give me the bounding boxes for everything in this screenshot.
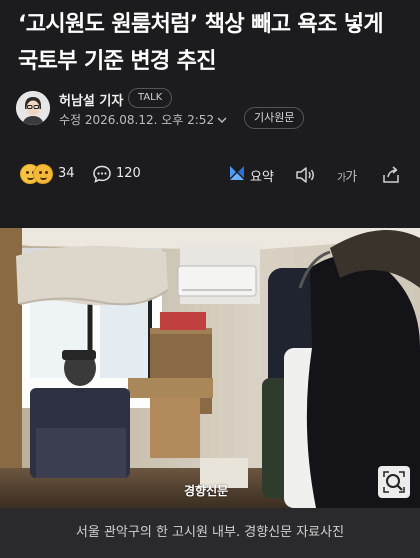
- reporter-name[interactable]: 허남설 기자: [59, 90, 123, 109]
- font-size-small-label: 가: [337, 173, 346, 184]
- original-article-button[interactable]: 기사원문: [244, 107, 305, 129]
- updated-timestamp[interactable]: 수정 2026.08.12. 오후 2:52: [59, 111, 227, 128]
- font-size-large-label: 가: [345, 170, 357, 185]
- talk-button[interactable]: TALK: [128, 88, 173, 108]
- summary-button[interactable]: 요약: [228, 164, 288, 190]
- article-photo[interactable]: 경향신문: [0, 228, 420, 508]
- zoom-icon[interactable]: [378, 466, 410, 498]
- photo-watermark: 경향신문: [184, 484, 229, 498]
- font-size-button[interactable]: 가가: [337, 166, 357, 185]
- article-action-bar: 34 120 요약 가가: [0, 158, 420, 192]
- reaction-count: 34: [58, 166, 75, 181]
- speaker-icon[interactable]: [294, 164, 318, 188]
- reporter-avatar[interactable]: [16, 91, 50, 125]
- updated-text: 수정 2026.08.12. 오후 2:52: [59, 113, 215, 127]
- photo-caption: 서울 관악구의 한 고시원 내부. 경향신문 자료사진: [0, 508, 420, 558]
- thinking-emoji-icon: [33, 164, 53, 184]
- comment-button[interactable]: 120: [92, 164, 152, 190]
- room-illustration: [0, 228, 420, 508]
- summary-icon: [228, 166, 246, 186]
- summary-label: 요약: [250, 170, 274, 185]
- article-headline: ‘고시원도 원룸처럼’ 책상 빼고 욕조 넣게 국토부 기준 변경 추진: [18, 12, 384, 74]
- share-icon[interactable]: [380, 164, 404, 188]
- chevron-down-icon[interactable]: [217, 114, 227, 127]
- byline: 허남설 기자 TALK 수정 2026.08.12. 오후 2:52 기사원문: [16, 88, 406, 130]
- comment-icon: [92, 165, 112, 188]
- comment-count: 120: [116, 166, 141, 181]
